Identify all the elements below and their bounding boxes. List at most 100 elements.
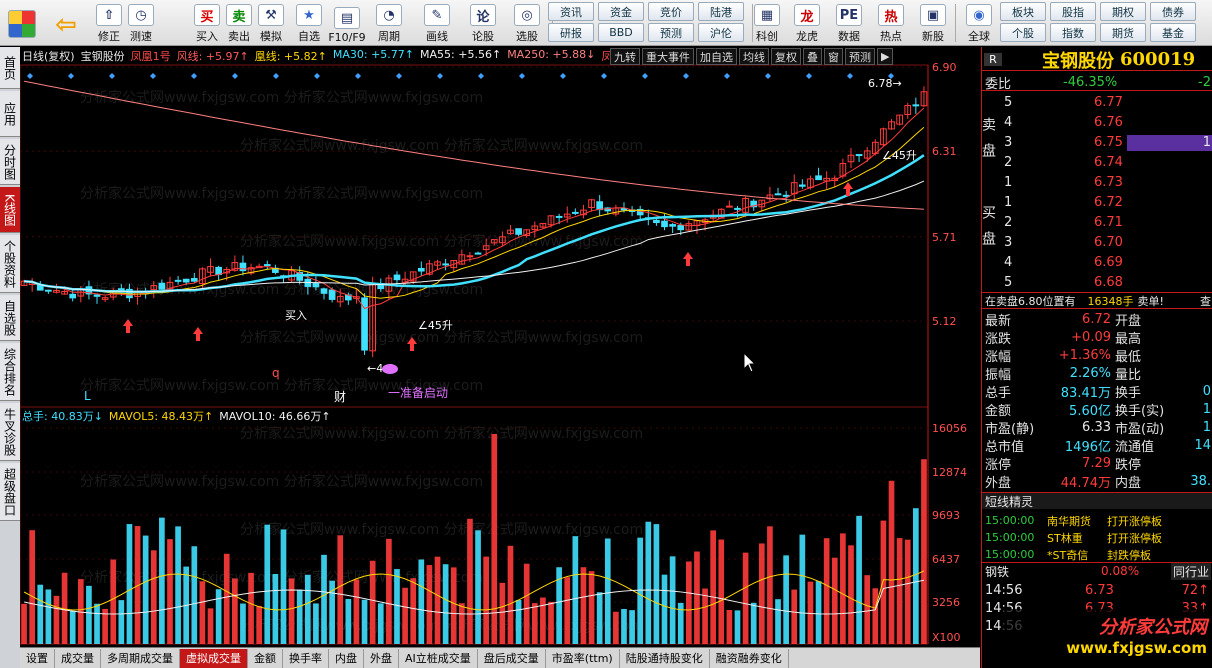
toolbar-globe-button[interactable]: ◉ 全球 [962,2,996,44]
chart-btn-5[interactable]: 叠 [803,48,822,65]
legend-huangxian: 凰线: +5.82↑ [254,50,327,63]
bid-level: 1 [1004,195,1013,210]
toolbar-kechuang-button[interactable]: ▦ 科创 [750,2,784,44]
candle-body [572,211,579,214]
indicator-tab-12[interactable]: 融资融券变化 [710,648,789,668]
toolbar-dragon-tiger-button[interactable]: 龙龙虎 [790,2,824,44]
toolbar-star-button[interactable]: ★ 自选 [292,2,326,44]
indicator-tab-11[interactable]: 陆股通持股变化 [620,648,710,668]
indicator-tab-2[interactable]: 多周期成交量 [101,648,180,668]
chart-btn-1[interactable]: 重大事件 [642,48,694,65]
ask-row[interactable]: 1 6.73 [982,174,1212,191]
toolbar-hammer-button[interactable]: ⚒ 模拟 [254,2,288,44]
sell-side-label: 卖盘 [980,117,996,169]
toolbar-clock-button[interactable]: ◷ 测速 [124,2,158,44]
sidetab-8[interactable]: 超级盘口 [0,463,20,521]
toolbar-sell-button[interactable]: 卖卖出 [222,2,256,44]
ask-level: 2 [1004,155,1013,170]
volume-bar [21,603,27,644]
bid-row[interactable]: 4 6.69 [982,254,1212,271]
market-grid-button-4[interactable]: 个股 [1000,23,1046,42]
market-grid-button-7[interactable]: 基金 [1150,23,1196,42]
sidetab-6[interactable]: 综合排名 [0,343,20,401]
indicator-tab-0[interactable]: 设置 [20,648,55,668]
bid-row[interactable]: 2 6.71 [982,214,1212,231]
sidetab-0[interactable]: 首页 [0,47,20,89]
market-grid-button-2[interactable]: 期权 [1100,2,1146,21]
chart-btn-3[interactable]: 均线 [739,48,769,65]
sidetab-3[interactable]: K线图 [0,187,20,233]
bid-row[interactable]: 1 6.72 [982,194,1212,211]
indicator-tab-10[interactable]: 市盈率(ttm) [546,648,620,668]
info-grid-button-7[interactable]: 沪伦 [698,23,744,42]
elf-row[interactable]: 15:00:00 *ST奇信 封跌停板 [982,546,1212,563]
volume-axis-label: 9693 [932,509,960,522]
chart-btn-2[interactable]: 加自选 [696,48,737,65]
sidetab-2[interactable]: 分时图 [0,139,20,185]
indicator-tab-7[interactable]: 外盘 [364,648,399,668]
toolbar-period-button[interactable]: ◔ 周期 [372,2,406,44]
info-grid-button-2[interactable]: 竞价 [648,2,694,21]
indicator-tab-9[interactable]: 盘后成交量 [478,648,546,668]
kechuang-icon: ▦ [754,4,780,26]
elf-row[interactable]: 15:00:00 ST林重 打开涨停板 [982,529,1212,546]
volume-bar [580,567,587,644]
volume-bar [783,555,789,644]
indicator-tab-5[interactable]: 换手率 [283,648,329,668]
sidetab-5[interactable]: 自选股 [0,295,20,341]
market-grid-button-6[interactable]: 期货 [1100,23,1146,42]
toolbar-talk-button[interactable]: 论论股 [466,2,500,44]
market-grid-button-1[interactable]: 股指 [1050,2,1096,21]
talk-icon: 论 [470,4,496,26]
toolbar-f10-button[interactable]: ▤ F10/F9 [328,2,366,44]
sidetab-7[interactable]: 牛叉诊股 [0,403,20,461]
toolbar-buy-button[interactable]: 买买入 [190,2,224,44]
notice-check-button[interactable]: 查 [1200,293,1211,309]
period-icon: ◔ [376,4,402,26]
toolbar-new-stock-button[interactable]: ▣ 新股 [916,2,950,44]
stat-row: 振幅 2.26% 量比 [982,365,1212,383]
chart-btn-7[interactable]: 预测 [845,48,875,65]
market-grid-button-3[interactable]: 债券 [1150,2,1196,21]
sidetab-1[interactable]: 应用 [0,91,20,137]
candle-body [312,282,320,288]
chart-btn-0[interactable]: 九转 [610,48,640,65]
grid-icon [8,10,36,38]
indicator-tab-1[interactable]: 成交量 [55,648,101,668]
indicator-tab-8[interactable]: AI立桩成交量 [399,648,478,668]
indicator-tab-3[interactable]: 虚拟成交量 [180,648,248,668]
toolbar-select-stock-button[interactable]: ◎ 选股 [510,2,544,44]
info-grid-button-1[interactable]: 资金 [598,2,644,21]
indicator-tab-6[interactable]: 内盘 [329,648,364,668]
sidetab-4[interactable]: 个股资料 [0,235,20,293]
market-grid-button-5[interactable]: 指数 [1050,23,1096,42]
bid-row[interactable]: 3 6.70 [982,234,1212,251]
bid-row[interactable]: 5 6.68 [982,274,1212,291]
toolbar-pe-button[interactable]: PE 数据 [832,2,866,44]
info-grid-button-6[interactable]: 预测 [648,23,694,42]
toolbar-label: 修正 [98,30,120,43]
tick-row: 14:56 6.73 72↑ [982,582,1212,599]
watermark-logo: 分析家公式网 www.fxjgsw.com [1002,609,1212,661]
indicator-tab-4[interactable]: 金额 [248,648,283,668]
toolbar-pen-button[interactable]: ✎ 画线 [420,2,454,44]
chart-btn-4[interactable]: 复权 [771,48,801,65]
ask-row[interactable]: 3 6.75 1 [982,134,1212,151]
chart-btn-8[interactable]: ▶ [877,48,894,65]
back-button[interactable]: ⇦ [48,2,84,44]
ask-row[interactable]: 5 6.77 [982,94,1212,111]
toolbar-hot-button[interactable]: 热热点 [874,2,908,44]
market-grid-button-0[interactable]: 板块 [1000,2,1046,21]
ask-row[interactable]: 4 6.76 [982,114,1212,131]
chart-btn-6[interactable]: 窗 [824,48,843,65]
ask-row[interactable]: 2 6.74 [982,154,1212,171]
elf-row[interactable]: 15:00:00 南华期货 打开涨停板 [982,512,1212,529]
toolbar-up-arrow-button[interactable]: ⇧ 修正 [92,2,126,44]
same-industry-button[interactable]: 同行业 [1170,562,1211,580]
menu-grid-button[interactable] [4,2,40,44]
kline-chart[interactable]: 分析家公式网www.fxjgsw.com 分析家公式网www.fxjgsw.co… [20,47,980,647]
info-grid-button-3[interactable]: 陆港 [698,2,744,21]
info-grid-button-0[interactable]: 资讯 [548,2,594,21]
info-grid-button-4[interactable]: 研报 [548,23,594,42]
info-grid-button-5[interactable]: BBD [598,23,644,42]
